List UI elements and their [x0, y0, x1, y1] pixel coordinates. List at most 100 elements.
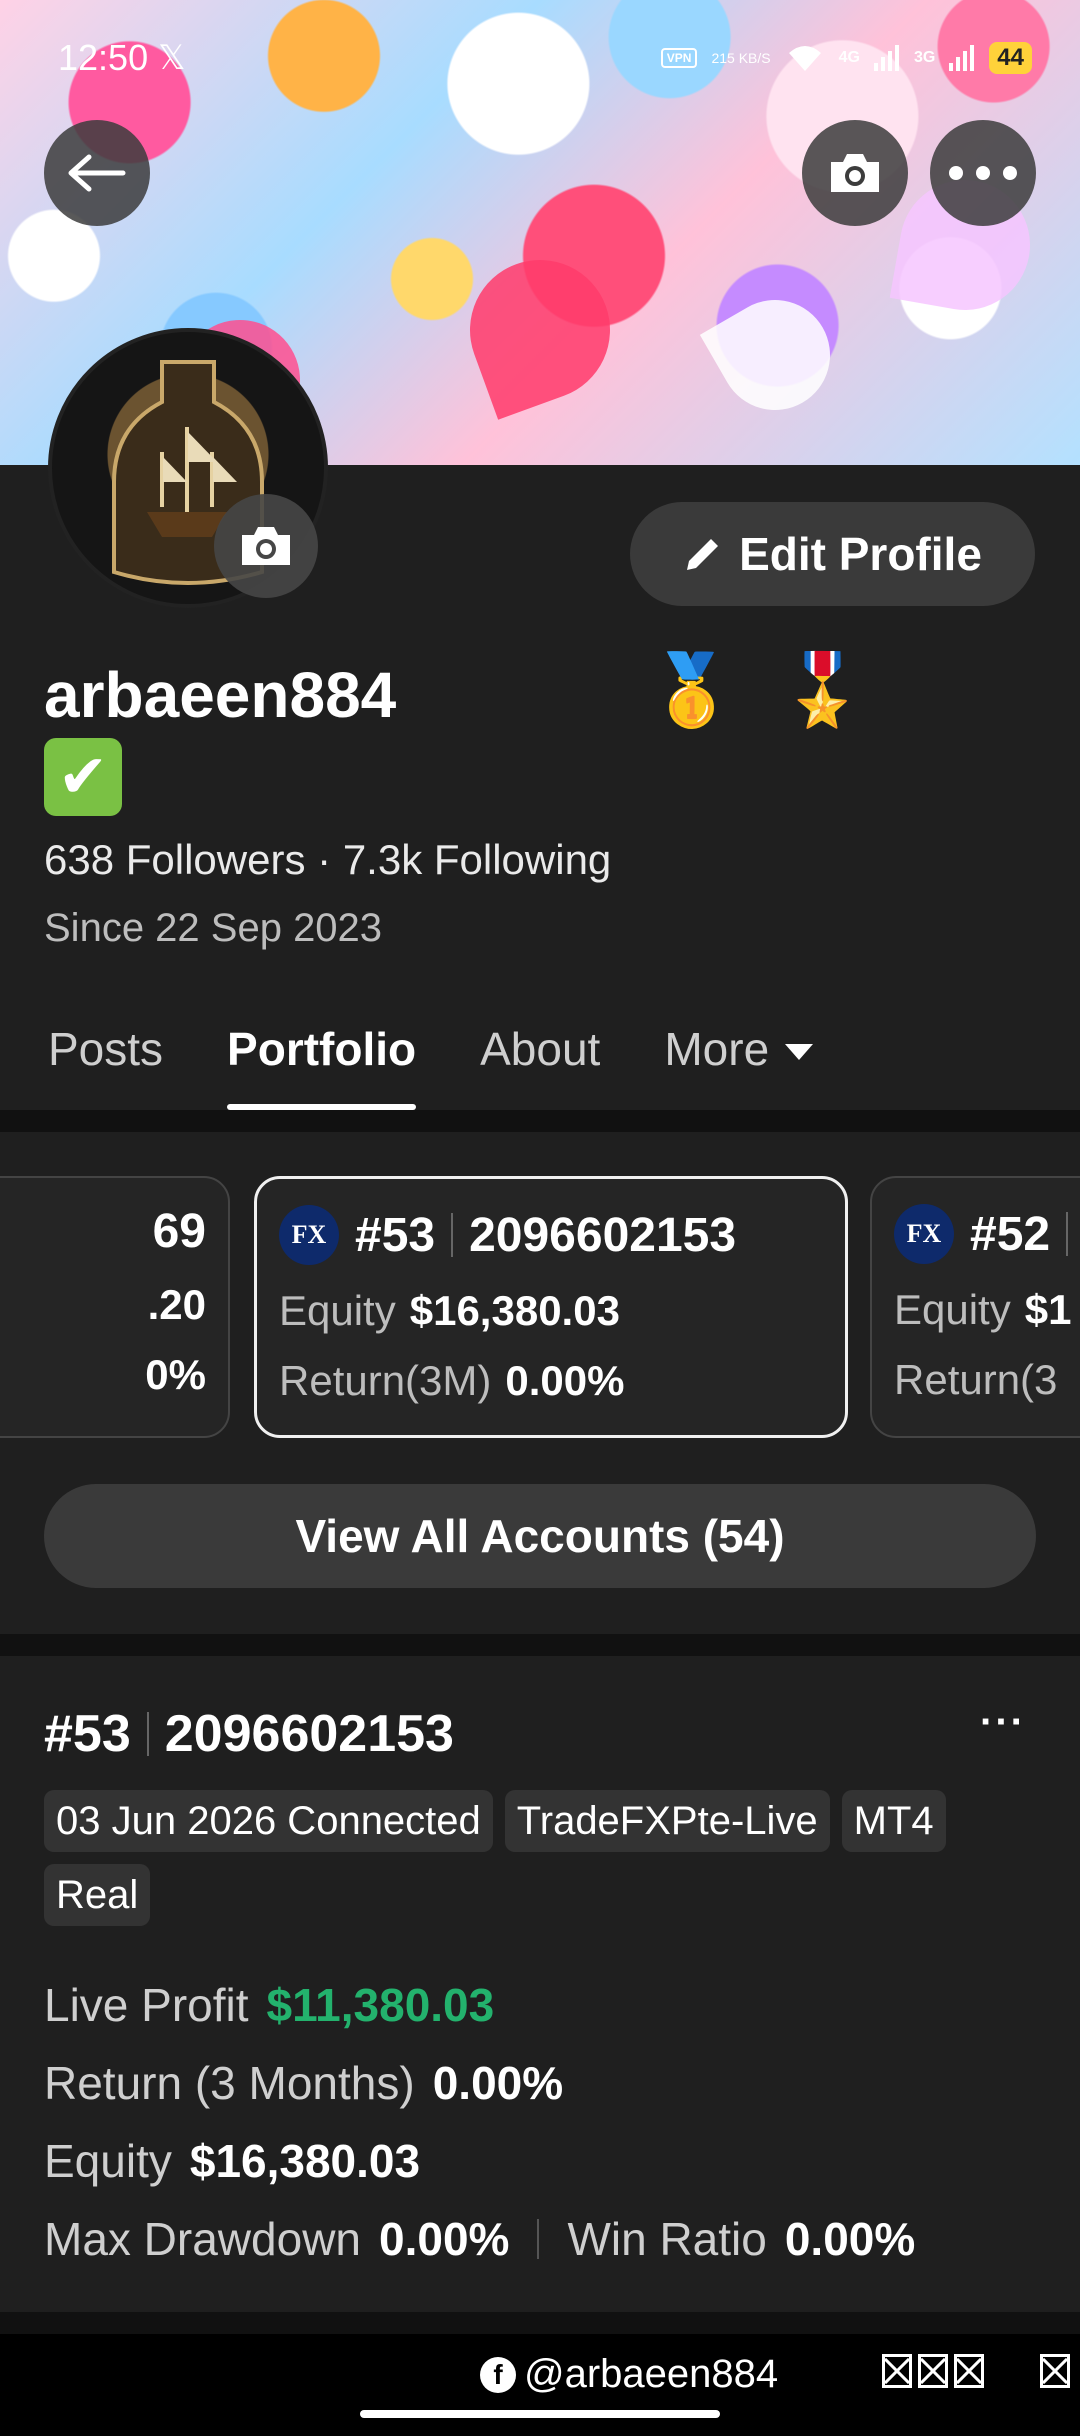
signal-3g-icon: 3G — [913, 49, 936, 66]
account-card-equity: $16,380.03 — [409, 1287, 620, 1334]
account-card-return: 0.00% — [505, 1357, 625, 1404]
status-bar: 12:50 𝕏 VPN 215 KB/S 4G 3G 44 — [0, 30, 1080, 86]
banner-petal — [450, 240, 630, 420]
separator — [146, 1712, 149, 1756]
platform-chip: MT4 — [841, 1790, 946, 1852]
separator — [537, 2219, 540, 2259]
banner-petal — [699, 279, 851, 431]
section-divider — [0, 1634, 1080, 1656]
separator — [1066, 1212, 1069, 1256]
tradefx-logo-icon: FX — [279, 1205, 339, 1265]
signal-bars-icon — [873, 45, 899, 71]
facebook-handle[interactable]: f @arbaeen884 — [480, 2352, 778, 2397]
return-row: Return (3 Months) 0.00% — [44, 2056, 563, 2110]
view-all-accounts-label: View All Accounts (54) — [295, 1510, 785, 1562]
arrow-left-icon — [68, 154, 126, 192]
username: arbaeen884 — [44, 659, 397, 731]
caret-down-icon — [785, 1044, 814, 1060]
return-label: Return (3 Months) — [44, 2057, 415, 2109]
equity-label: Equity — [44, 2135, 172, 2187]
separator-dot: · — [317, 836, 332, 883]
pencil-icon — [687, 539, 719, 570]
followers-count[interactable]: 638 Followers — [44, 836, 305, 883]
tab-about-label: About — [480, 1023, 601, 1075]
battery-indicator: 44 — [989, 42, 1032, 74]
account-more-button[interactable]: ··· — [980, 1700, 1026, 1745]
equity-value: $16,380.03 — [189, 2135, 421, 2187]
follow-stats: 638 Followers · 7.3k Following — [44, 836, 611, 884]
max-drawdown-value: 0.00% — [379, 2213, 510, 2265]
edit-profile-label: Edit Profile — [739, 528, 982, 580]
tab-portfolio-label: Portfolio — [227, 1023, 417, 1075]
section-divider — [0, 2312, 1080, 2334]
network-speed: 215 KB/S — [711, 50, 771, 66]
medals: 🥇 🎖️ — [648, 650, 866, 732]
account-card-equity: $1 — [1024, 1286, 1072, 1333]
avatar-camera-button[interactable] — [214, 494, 318, 598]
missing-glyph-boxes — [882, 2354, 984, 2388]
account-card-selected[interactable]: FX #53 2096602153 Equity $16,380.03 Retu… — [254, 1176, 848, 1438]
tab-about[interactable]: About — [480, 1010, 600, 1110]
account-card-return-label: Return(3 — [894, 1356, 1058, 1403]
tab-more-label: More — [664, 1023, 770, 1075]
account-card-equity-label: Equity — [894, 1286, 1011, 1333]
connected-date-chip: 03 Jun 2026 Connected — [44, 1790, 493, 1852]
account-card-id: 69 — [152, 1205, 206, 1258]
camera-icon — [242, 527, 290, 565]
gold-medal-icon: 🥇 — [648, 651, 736, 729]
broker-server-chip: TradeFXPte-Live — [504, 1790, 830, 1852]
missing-glyph-icon — [954, 2354, 984, 2388]
wifi-icon — [788, 46, 821, 71]
tab-more[interactable]: More — [664, 1010, 814, 1110]
win-ratio-label: Win Ratio — [567, 2213, 767, 2265]
account-type-chip: Real — [44, 1864, 151, 1926]
tab-posts[interactable]: Posts — [48, 1010, 163, 1110]
more-dots-icon — [949, 166, 1017, 180]
banner-camera-button[interactable] — [802, 120, 908, 226]
max-drawdown-label: Max Drawdown — [44, 2213, 361, 2265]
member-since: Since 22 Sep 2023 — [44, 906, 383, 950]
account-card-return-label: Return(3M) — [279, 1357, 492, 1404]
view-all-accounts-button[interactable]: View All Accounts (54) — [44, 1484, 1036, 1588]
live-profit-label: Live Profit — [44, 1979, 249, 2031]
account-detail-title: #53 2096602153 — [44, 1704, 454, 1764]
tab-posts-label: Posts — [48, 1023, 164, 1075]
more-options-button[interactable] — [930, 120, 1036, 226]
account-number: 2096602153 — [164, 1705, 454, 1763]
missing-glyph-icon — [1040, 2354, 1070, 2388]
tradefx-logo-icon: FX — [894, 1204, 954, 1264]
facebook-handle-text: @arbaeen884 — [524, 2352, 779, 2396]
verified-check-icon: ✔ — [44, 738, 122, 816]
signal-4g-icon: 4G — [838, 49, 860, 66]
account-rank: #53 — [44, 1705, 131, 1763]
separator — [451, 1213, 454, 1257]
equity-row: Equity $16,380.03 — [44, 2134, 420, 2188]
vpn-icon: VPN — [660, 48, 698, 68]
account-card-rank: #53 — [355, 1208, 436, 1262]
military-medal-icon: 🎖️ — [779, 651, 867, 729]
account-card[interactable]: FX #52 Equity $1 Return(3 — [870, 1176, 1080, 1438]
account-card-return: 0% — [145, 1351, 206, 1398]
drawdown-winratio-row: Max Drawdown 0.00% Win Ratio 0.00% — [44, 2212, 915, 2266]
live-profit-value: $11,380.03 — [266, 1979, 495, 2031]
status-time: 12:50 — [58, 37, 149, 78]
tab-portfolio[interactable]: Portfolio — [227, 1010, 417, 1110]
signal-bars-icon — [949, 45, 975, 71]
x-app-icon: 𝕏 — [158, 39, 186, 77]
following-count[interactable]: 7.3k Following — [343, 836, 611, 883]
return-value: 0.00% — [432, 2057, 564, 2109]
account-card-equity-label: Equity — [279, 1287, 396, 1334]
live-profit-row: Live Profit $11,380.03 — [44, 1978, 494, 2032]
account-card[interactable]: 69 .20 0% — [0, 1176, 230, 1438]
missing-glyph-icon — [918, 2354, 948, 2388]
facebook-icon: f — [480, 2356, 516, 2393]
profile-tabs: Posts Portfolio About More — [0, 1010, 1080, 1110]
section-divider — [0, 1110, 1080, 1132]
win-ratio-value: 0.00% — [784, 2213, 916, 2265]
edit-profile-button[interactable]: Edit Profile — [630, 502, 1035, 606]
back-button[interactable] — [44, 120, 150, 226]
missing-glyph-icon — [882, 2354, 912, 2388]
home-indicator[interactable] — [360, 2410, 720, 2418]
account-tags: 03 Jun 2026 Connected TradeFXPte-Live MT… — [44, 1790, 1044, 1926]
camera-icon — [831, 154, 879, 192]
